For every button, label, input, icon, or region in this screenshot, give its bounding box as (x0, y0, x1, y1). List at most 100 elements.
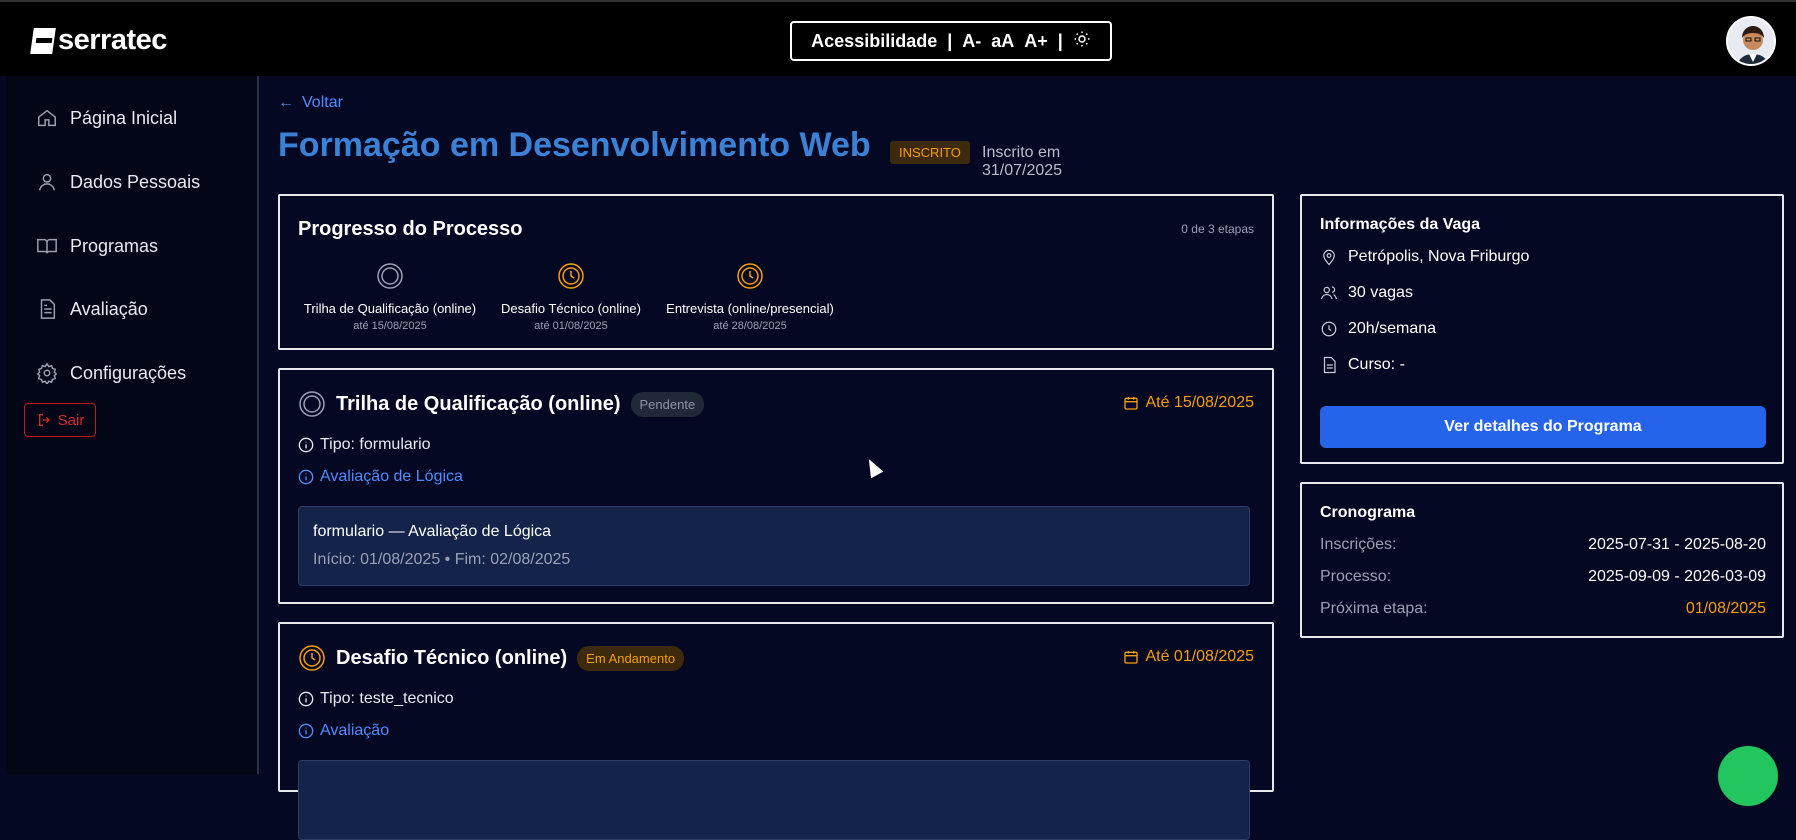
sidebar-item-home[interactable]: Página Inicial (36, 107, 177, 129)
sidebar-item-label: Dados Pessoais (70, 171, 201, 192)
logo[interactable]: serratec (30, 24, 167, 57)
schedule-label: Próxima etapa: (1320, 600, 1428, 617)
step-label: Desafio Técnico (online) (501, 301, 641, 316)
vacancy-course: Curso: - (1320, 356, 1405, 374)
schedule-row: Próxima etapa: 01/08/2025 (1320, 600, 1766, 618)
gear-icon (36, 362, 58, 384)
stage-card: Trilha de Qualificação (online) Pendente… (278, 368, 1274, 604)
stage-type: Tipo: teste_tecnico (298, 690, 454, 708)
users-icon (1320, 286, 1338, 300)
status-badge: INSCRITO (890, 141, 970, 164)
progress-count: 0 de 3 etapas (1181, 222, 1254, 236)
vacancy-info-card: Informações da Vaga Petrópolis, Nova Fri… (1300, 194, 1784, 464)
info-icon (298, 691, 314, 707)
schedule-title: Cronograma (1320, 504, 1416, 521)
slots-text: 30 vagas (1348, 284, 1413, 301)
step-label: Entrevista (online/presencial) (666, 301, 834, 316)
stage-due-date: Até 01/08/2025 (1145, 648, 1254, 665)
step-date: até 28/08/2025 (713, 320, 787, 332)
document-icon (40, 299, 56, 319)
separator: | (947, 30, 953, 51)
progress-step: Entrevista (online/presencial) até 28/08… (655, 262, 845, 332)
stage-type: Tipo: formulario (298, 436, 431, 454)
hours-text: 20h/semana (1348, 320, 1437, 337)
schedule-value: 2025-09-09 - 2026-03-09 (1588, 568, 1766, 585)
step-label: Trilha de Qualificação (online) (303, 301, 477, 316)
stage-title: Desafio Técnico (online) (336, 646, 568, 669)
vacancy-slots: 30 vagas (1320, 284, 1413, 302)
circle-icon (299, 391, 325, 417)
stage-status-badge: Em Andamento (577, 645, 685, 671)
back-link[interactable]: ← Voltar (278, 94, 343, 112)
logout-button[interactable]: Sair (24, 403, 96, 437)
detail-title: formulario — Avaliação de Lógica (313, 523, 552, 540)
clock-icon (737, 263, 763, 289)
map-pin-icon (1323, 249, 1335, 266)
font-increase-button[interactable]: A+ (1024, 31, 1048, 52)
top-bar: serratec Acessibilidade | A- aA A+ | (0, 0, 1796, 76)
stage-due-date: Até 15/08/2025 (1145, 394, 1254, 411)
sidebar-item-personal-data[interactable]: Dados Pessoais (36, 171, 200, 193)
calendar-icon (1124, 651, 1139, 664)
stage-detail-box: formulario — Avaliação de Lógica Início:… (298, 506, 1250, 586)
stage-link-text: Avaliação (320, 722, 390, 739)
detail-dates: Início: 01/08/2025 • Fim: 02/08/2025 (313, 551, 571, 568)
step-date: até 15/08/2025 (353, 320, 427, 332)
stage-due: Até 01/08/2025 (1123, 648, 1254, 666)
stage-detail-box (298, 760, 1250, 840)
progress-card: Progresso do Processo 0 de 3 etapas Tril… (278, 194, 1274, 350)
stage-due: Até 15/08/2025 (1123, 394, 1254, 412)
stage-evaluation-link[interactable]: Avaliação de Lógica (298, 468, 463, 486)
vacancy-location: Petrópolis, Nova Friburgo (1320, 248, 1529, 266)
accessibility-label: Acessibilidade (811, 30, 938, 51)
schedule-label: Processo: (1320, 568, 1392, 585)
document-icon (1323, 356, 1336, 374)
stage-type-text: Tipo: formulario (320, 436, 431, 453)
font-decrease-button[interactable]: A- (962, 31, 981, 52)
circle-icon (377, 263, 403, 289)
stage-header: Desafio Técnico (online) Em Andamento (298, 644, 685, 672)
logout-label: Sair (57, 411, 85, 429)
accessibility-toolbar: Acessibilidade | A- aA A+ | (790, 21, 1112, 61)
arrow-left-icon: ← (278, 94, 294, 111)
sidebar-item-label: Programas (70, 235, 159, 256)
sidebar-item-label: Página Inicial (70, 107, 178, 128)
stage-status-badge: Pendente (630, 391, 705, 417)
clock-icon (558, 263, 584, 289)
schedule-card: Cronograma Inscrições: 2025-07-31 - 2025… (1300, 482, 1784, 638)
vacancy-hours: 20h/semana (1320, 320, 1436, 338)
course-text: Curso: - (1348, 356, 1405, 373)
sidebar-item-settings[interactable]: Configurações (36, 362, 186, 384)
sidebar-item-programs[interactable]: Programas (36, 235, 158, 257)
progress-step: Trilha de Qualificação (online) até 15/0… (300, 262, 480, 332)
info-icon (298, 723, 314, 739)
logo-icon (30, 27, 56, 54)
sidebar-item-evaluation[interactable]: Avaliação (36, 298, 148, 320)
schedule-row: Processo: 2025-09-09 - 2026-03-09 (1320, 568, 1766, 586)
vacancy-title: Informações da Vaga (1320, 216, 1481, 233)
page-title: Formação em Desenvolvimento Web (278, 126, 871, 164)
avatar[interactable] (1726, 16, 1776, 66)
clock-icon (299, 645, 325, 671)
stage-card: Desafio Técnico (online) Em Andamento At… (278, 622, 1274, 840)
sun-icon[interactable] (1073, 30, 1091, 53)
stage-type-text: Tipo: teste_tecnico (320, 690, 454, 707)
program-details-button[interactable]: Ver detalhes do Programa (1320, 406, 1766, 448)
user-icon (38, 173, 56, 191)
stage-title: Trilha de Qualificação (online) (336, 392, 621, 415)
font-reset-button[interactable]: aA (991, 31, 1014, 52)
sidebar: Página Inicial Dados Pessoais Programas … (6, 76, 259, 774)
separator: | (1057, 30, 1063, 51)
sidebar-item-label: Avaliação (70, 298, 148, 319)
step-date: até 01/08/2025 (534, 320, 608, 332)
enrolled-date: Inscrito em 31/07/2025 (982, 144, 1063, 179)
info-icon (298, 469, 314, 485)
stage-evaluation-link[interactable]: Avaliação (298, 722, 389, 740)
info-icon (298, 437, 314, 453)
schedule-value: 2025-07-31 - 2025-08-20 (1588, 536, 1766, 553)
stage-header: Trilha de Qualificação (online) Pendente (298, 390, 705, 418)
calendar-icon (1124, 397, 1139, 410)
progress-step: Desafio Técnico (online) até 01/08/2025 (486, 262, 656, 332)
schedule-value: 01/08/2025 (1685, 600, 1766, 617)
whatsapp-icon[interactable] (1718, 746, 1778, 806)
